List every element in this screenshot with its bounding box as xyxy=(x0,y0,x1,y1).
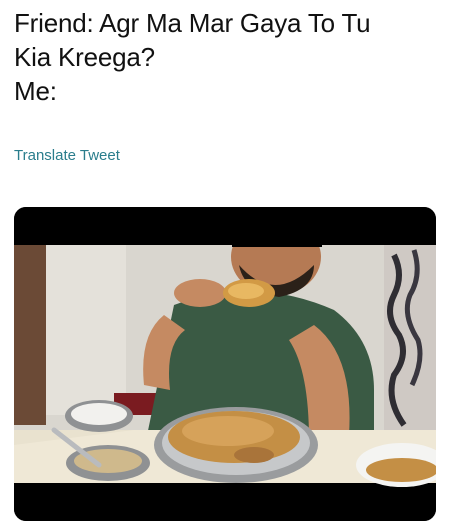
tweet-line-2: Kia Kreega? xyxy=(14,42,155,72)
video-still-image xyxy=(14,207,436,521)
tweet-line-3: Me: xyxy=(14,76,57,106)
tweet-media[interactable] xyxy=(14,207,436,521)
tweet-line-1: Friend: Agr Ma Mar Gaya To Tu xyxy=(14,8,371,38)
tweet-body: Friend: Agr Ma Mar Gaya To Tu Kia Kreega… xyxy=(14,6,438,108)
translate-tweet-link[interactable]: Translate Tweet xyxy=(14,146,120,166)
